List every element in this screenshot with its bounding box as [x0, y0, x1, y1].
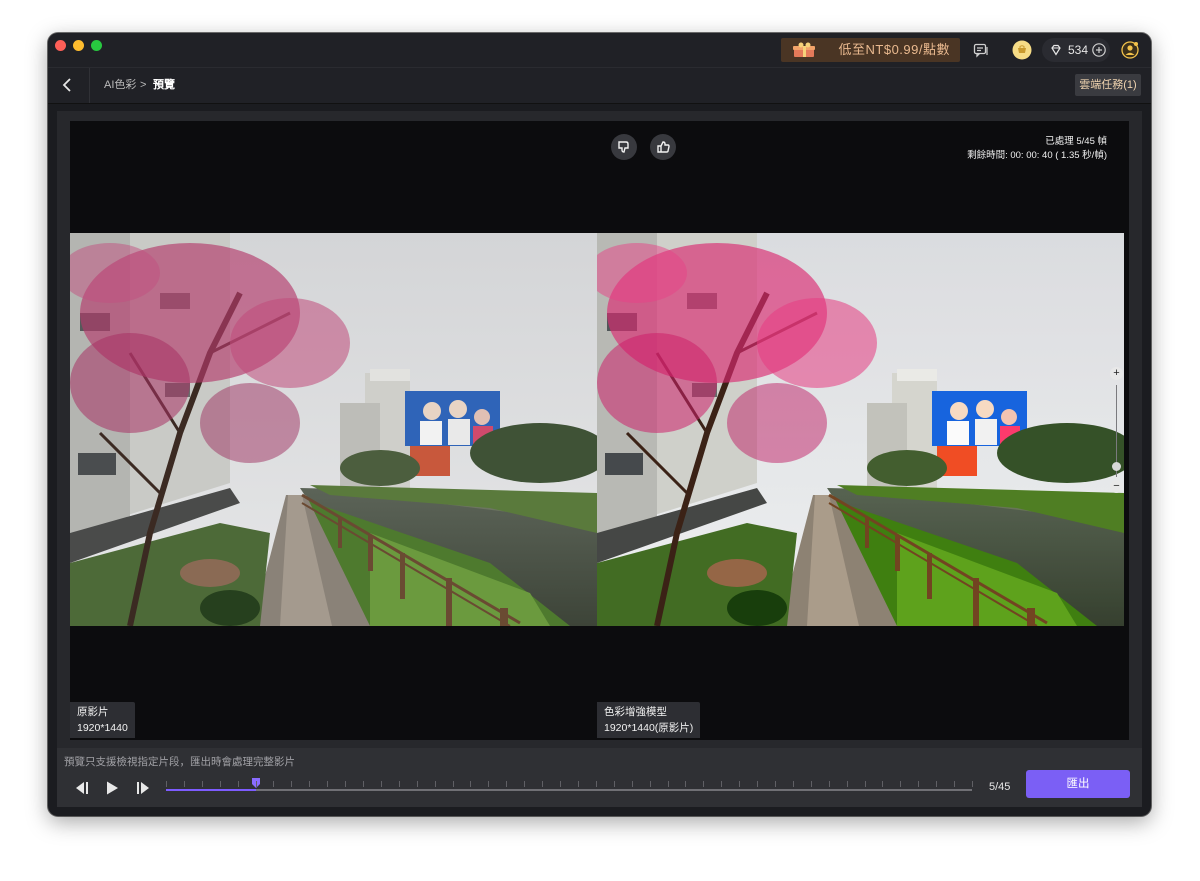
diamond-icon [1051, 44, 1061, 56]
thumbs-up-icon [657, 141, 670, 153]
timeline-tick [650, 781, 651, 787]
thumbs-down-icon [618, 141, 629, 153]
enhanced-title: 色彩增強模型 [604, 706, 667, 718]
timeline-tick [327, 781, 328, 787]
title-bar: 低至NT$0.99/點數 534 [48, 33, 1151, 67]
original-resolution: 1920*1440 [77, 722, 128, 734]
breadcrumb-separator: > [140, 79, 147, 91]
remaining-time-text: 剩餘時間: 00: 00: 40 ( 1.35 秒/幀) [967, 150, 1107, 161]
zoom-in-button[interactable]: + [1110, 367, 1123, 380]
timeline-tick [488, 781, 489, 787]
zoom-out-button[interactable]: − [1110, 480, 1123, 493]
app-window: 低至NT$0.99/點數 534 AI色彩 > 預覽 雲端任務(1) 已處理 5… [48, 33, 1151, 816]
enhanced-label: 色彩增強模型 1920*1440(原影片) [597, 702, 701, 738]
like-button[interactable] [650, 134, 676, 160]
message-icon[interactable] [973, 42, 989, 58]
processing-stats: 已處理 5/45 幀 剩餘時間: 00: 00: 40 ( 1.35 秒/幀) [967, 135, 1107, 163]
timeline-tick [435, 781, 436, 787]
timeline-track[interactable] [166, 778, 973, 791]
timeline-tick [184, 781, 185, 787]
original-video-frame [70, 233, 597, 626]
frame-counter: 5/45 [989, 781, 1011, 793]
add-points-icon[interactable] [1092, 43, 1106, 57]
timeline-tick [972, 781, 973, 787]
timeline-tick [542, 781, 543, 787]
timeline-tick [739, 781, 740, 787]
playback-bar: 預覽只支援檢視指定片段，匯出時會處理完整影片 5/45 匯出 [57, 748, 1142, 807]
timeline-tick [882, 781, 883, 787]
timeline-tick [202, 781, 203, 787]
zoom-control: + − [1109, 367, 1125, 497]
timeline-tick [417, 781, 418, 787]
timeline-tick [614, 781, 615, 787]
original-label: 原影片 1920*1440 [70, 702, 135, 738]
zoom-slider-handle[interactable] [1112, 462, 1121, 471]
promo-text: 低至NT$0.99/點數 [838, 42, 950, 57]
export-button[interactable]: 匯出 [1026, 770, 1130, 798]
breadcrumb-current: 預覽 [153, 79, 175, 91]
play-icon[interactable] [103, 780, 121, 796]
timeline-tick [166, 781, 167, 787]
preview-stage: 已處理 5/45 幀 剩餘時間: 00: 00: 40 ( 1.35 秒/幀) … [70, 121, 1129, 740]
timeline-tick [685, 781, 686, 787]
timeline-tick [524, 781, 525, 787]
timeline-tick [668, 781, 669, 787]
previous-frame-icon[interactable] [72, 780, 90, 796]
minimize-window-button[interactable] [73, 40, 84, 51]
timeline-tick [560, 781, 561, 787]
timeline-tick [865, 781, 866, 787]
timeline-tick [256, 781, 257, 787]
store-icon[interactable] [1012, 40, 1032, 60]
timeline-tick [811, 781, 812, 787]
timeline-tick [506, 781, 507, 787]
timeline-tick [381, 781, 382, 787]
timeline-tick [238, 781, 239, 787]
preview-area: 已處理 5/45 幀 剩餘時間: 00: 00: 40 ( 1.35 秒/幀) … [57, 111, 1142, 748]
divider [89, 68, 90, 103]
next-frame-icon[interactable] [135, 780, 153, 796]
timeline-tick [220, 781, 221, 787]
timeline-tick [775, 781, 776, 787]
breadcrumb-ai-color[interactable]: AI色彩 [104, 68, 136, 102]
cloud-tasks-button[interactable]: 雲端任務(1) [1075, 74, 1141, 96]
timeline-tick [918, 781, 919, 787]
timeline-tick [363, 781, 364, 787]
timeline-tick [309, 781, 310, 787]
timeline-tick [757, 781, 758, 787]
timeline-tick [829, 781, 830, 787]
timeline-tick [721, 781, 722, 787]
preview-hint: 預覽只支援檢視指定片段，匯出時會處理完整影片 [64, 756, 295, 768]
enhanced-resolution: 1920*1440(原影片) [604, 722, 694, 734]
close-window-button[interactable] [55, 40, 66, 51]
timeline-tick [900, 781, 901, 787]
user-avatar-icon[interactable] [1121, 41, 1139, 59]
timeline-tick [703, 781, 704, 787]
points-pill: 534 [1042, 38, 1110, 62]
timeline-progress [166, 789, 256, 791]
timeline-tick [793, 781, 794, 787]
timeline-tick [273, 781, 274, 787]
processed-frames-text: 已處理 5/45 幀 [1045, 136, 1107, 147]
original-title: 原影片 [77, 706, 109, 718]
timeline-tick [936, 781, 937, 787]
back-icon[interactable] [58, 75, 78, 95]
timeline-tick [632, 781, 633, 787]
timeline-tick [954, 781, 955, 787]
timeline-tick [578, 781, 579, 787]
points-value: 534 [1068, 43, 1089, 57]
timeline-tick [470, 781, 471, 787]
promo-banner[interactable]: 低至NT$0.99/點數 [781, 38, 960, 62]
zoom-window-button[interactable] [91, 40, 102, 51]
timeline-tick [399, 781, 400, 787]
timeline-tick [596, 781, 597, 787]
enhanced-video-frame [597, 233, 1124, 626]
timeline-tick [847, 781, 848, 787]
timeline-tick [345, 781, 346, 787]
timeline-tick [453, 781, 454, 787]
timeline-tick [291, 781, 292, 787]
gift-icon [793, 42, 815, 57]
navigation-bar: AI色彩 > 預覽 雲端任務(1) [48, 67, 1151, 104]
dislike-button[interactable] [611, 134, 637, 160]
